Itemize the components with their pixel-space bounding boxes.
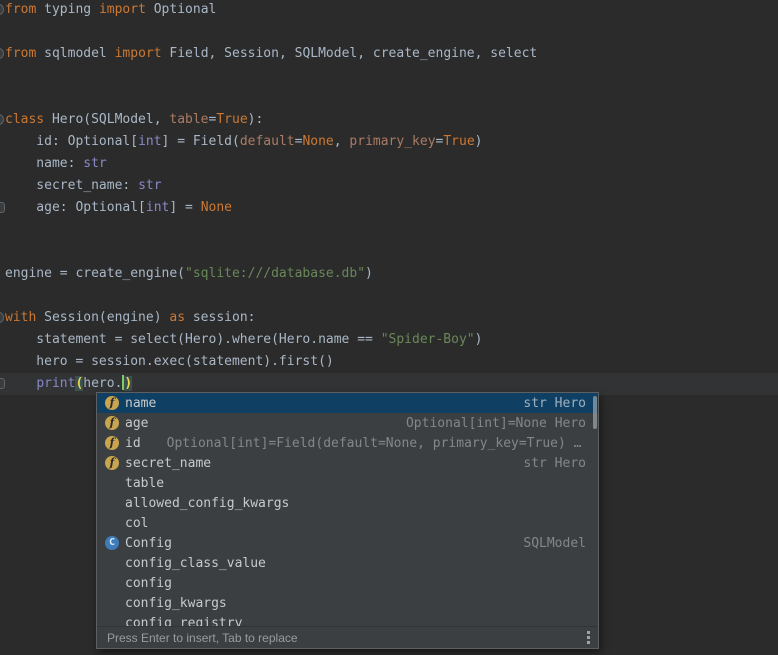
code-line-4[interactable]: [0, 65, 778, 87]
completion-item-label: Config: [125, 536, 172, 551]
class-icon: C: [105, 536, 119, 550]
completion-item-config_class_value[interactable]: config_class_value: [97, 553, 598, 573]
gutter-marker-icon[interactable]: [0, 4, 4, 15]
gutter-marker-icon[interactable]: [0, 312, 4, 323]
completion-item-type-hint: SQLModel: [523, 536, 586, 551]
completion-item-label: config: [125, 576, 172, 591]
gutter-marker-icon[interactable]: [0, 202, 5, 213]
completion-item-label: age: [125, 416, 148, 431]
completion-item-type-hint: str Hero: [523, 456, 586, 471]
completion-item-type-hint: str Hero: [523, 396, 586, 411]
gutter-marker-icon[interactable]: [0, 378, 5, 389]
code-line-1[interactable]: from typing import Optional: [0, 0, 778, 21]
completion-item-age[interactable]: fage Optional[int]=None Hero: [97, 413, 598, 433]
code-line-5[interactable]: [0, 87, 778, 109]
code-line-2[interactable]: [0, 21, 778, 43]
completion-item-label: col: [125, 516, 148, 531]
completion-item-id[interactable]: fid Optional[int]=Field(default=None, pri…: [97, 433, 598, 453]
no-icon: [105, 556, 119, 570]
completion-item-label: secret_name: [125, 456, 211, 471]
completion-item-type-hint: Optional[int]=None Hero: [406, 416, 586, 431]
code-line-13[interactable]: engine = create_engine("sqlite:///databa…: [0, 263, 778, 285]
code-line-3[interactable]: from sqlmodel import Field, Session, SQL…: [0, 43, 778, 65]
editor-pane[interactable]: from typing import Optional from sqlmodel…: [0, 0, 778, 655]
field-icon: f: [105, 436, 119, 450]
completion-item-name[interactable]: fname str Hero: [97, 393, 598, 413]
code-line-8[interactable]: name: str: [0, 153, 778, 175]
code-line-7[interactable]: id: Optional[int] = Field(default=None, …: [0, 131, 778, 153]
no-icon: [105, 476, 119, 490]
completion-item-config_kwargs[interactable]: config_kwargs: [97, 593, 598, 613]
gutter-marker-icon[interactable]: [0, 114, 4, 125]
code-line-15[interactable]: with Session(engine) as session:: [0, 307, 778, 329]
completion-list[interactable]: fnamestr HerofageOptional[int]=None Hero…: [97, 393, 598, 626]
code-line-9[interactable]: secret_name: str: [0, 175, 778, 197]
no-icon: [105, 596, 119, 610]
gutter-marker-icon[interactable]: [0, 48, 4, 59]
completion-item-label: config_kwargs: [125, 596, 227, 611]
completion-item-table[interactable]: table: [97, 473, 598, 493]
field-icon: f: [105, 396, 119, 410]
no-icon: [105, 576, 119, 590]
code-line-14[interactable]: [0, 285, 778, 307]
completion-item-config[interactable]: config: [97, 573, 598, 593]
code-line-17[interactable]: hero = session.exec(statement).first(): [0, 351, 778, 373]
completion-item-config_registry[interactable]: config_registry: [97, 613, 598, 626]
more-options-icon[interactable]: [587, 631, 590, 644]
completion-footer: Press Enter to insert, Tab to replace: [97, 626, 598, 648]
no-icon: [105, 616, 119, 626]
completion-item-col[interactable]: col: [97, 513, 598, 533]
completion-item-label: id: [125, 436, 141, 451]
code-line-10[interactable]: age: Optional[int] = None: [0, 197, 778, 219]
completion-item-label: allowed_config_kwargs: [125, 496, 289, 511]
scrollbar-thumb[interactable]: [593, 396, 597, 429]
code-line-11[interactable]: [0, 219, 778, 241]
code-area[interactable]: from typing import Optional from sqlmodel…: [0, 0, 778, 395]
completion-popup: fnamestr HerofageOptional[int]=None Hero…: [96, 392, 599, 649]
completion-item-signature: Optional[int]=Field(default=None, primar…: [167, 436, 582, 451]
completion-item-secret_name[interactable]: f secret_name str Hero: [97, 453, 598, 473]
completion-item-label: name: [125, 396, 156, 411]
completion-item-label: config_registry: [125, 616, 242, 627]
code-line-16[interactable]: statement = select(Hero).where(Hero.name…: [0, 329, 778, 351]
completion-item-label: config_class_value: [125, 556, 266, 571]
no-icon: [105, 516, 119, 530]
completion-item-label: table: [125, 476, 164, 491]
no-icon: [105, 496, 119, 510]
field-icon: f: [105, 456, 119, 470]
completion-footer-hint: Press Enter to insert, Tab to replace: [107, 631, 298, 645]
code-line-6[interactable]: class Hero(SQLModel, table=True):: [0, 109, 778, 131]
field-icon: f: [105, 416, 119, 430]
completion-item-allowed_config_kwargs[interactable]: allowed_config_kwargs: [97, 493, 598, 513]
completion-item-Config[interactable]: C Config SQLModel: [97, 533, 598, 553]
code-line-12[interactable]: [0, 241, 778, 263]
